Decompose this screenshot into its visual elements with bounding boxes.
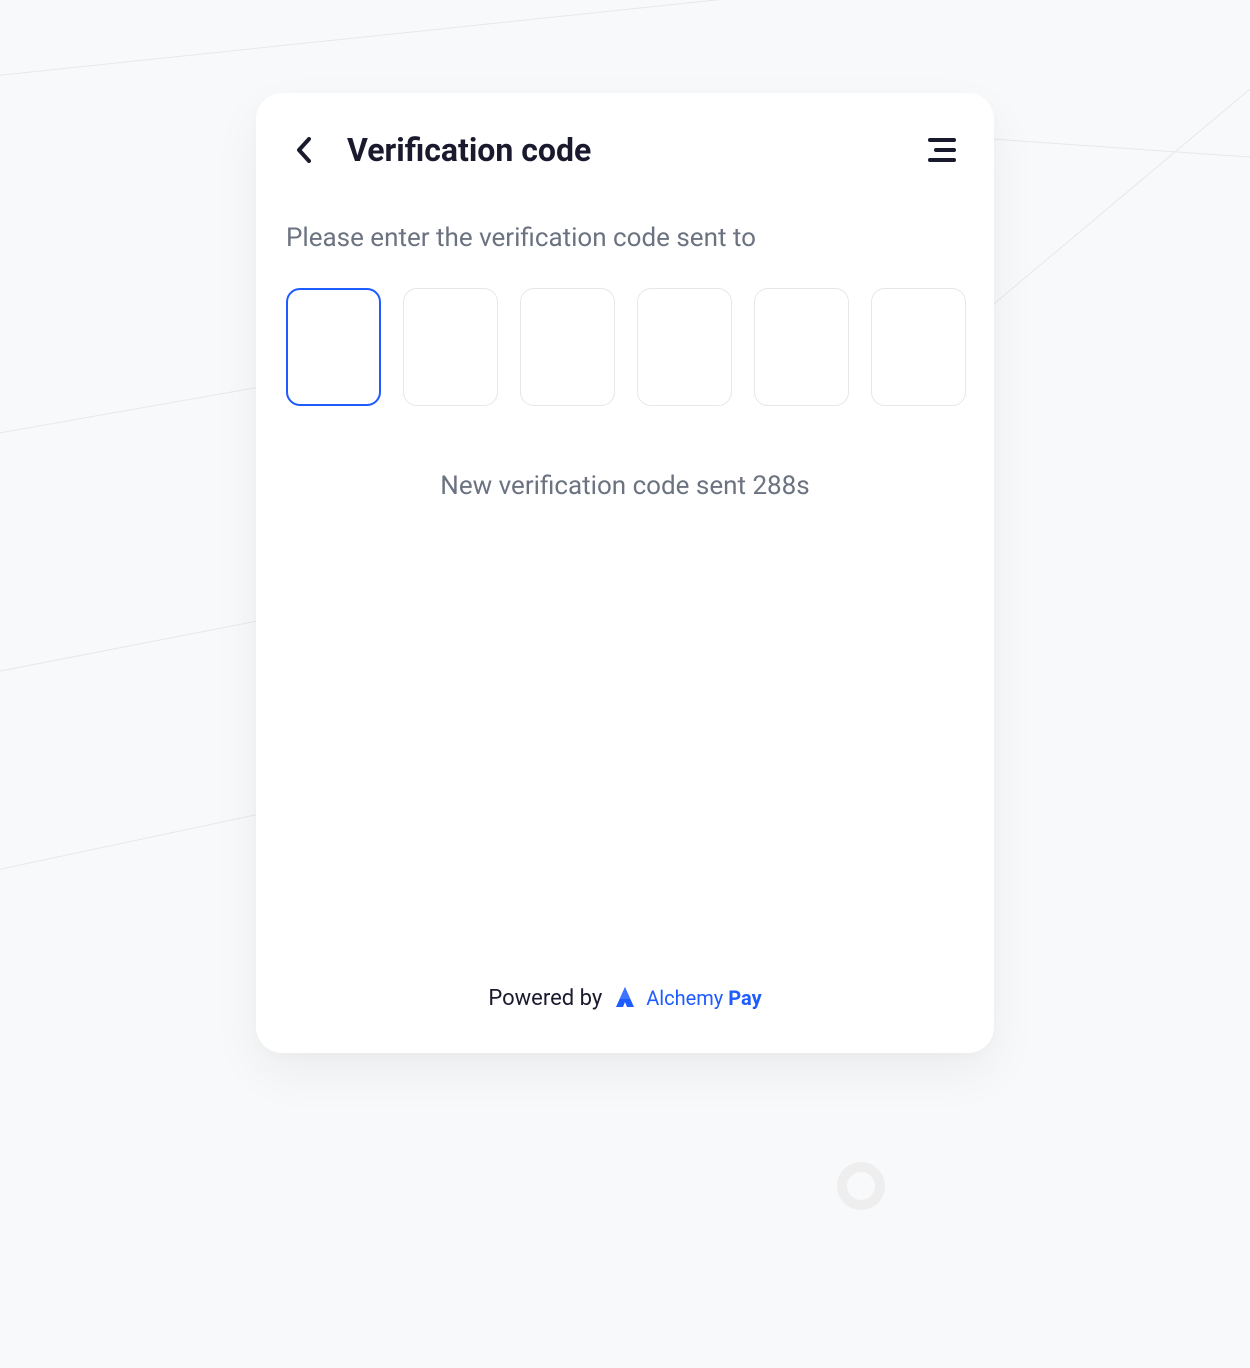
code-input-5[interactable] <box>754 288 849 406</box>
code-input-4[interactable] <box>637 288 732 406</box>
code-input-group <box>286 288 964 406</box>
code-input-1[interactable] <box>286 288 381 406</box>
decorative-star-icon <box>1154 880 1212 938</box>
page-title: Verification code <box>347 131 591 169</box>
back-button[interactable] <box>286 132 322 168</box>
timer-prefix: New verification code sent <box>440 471 752 501</box>
code-input-6[interactable] <box>871 288 966 406</box>
card-header: Verification code <box>256 93 994 169</box>
brand-text: Alchemy Pay <box>646 986 761 1010</box>
timer-seconds: 288 <box>752 471 796 501</box>
menu-button[interactable] <box>924 132 960 168</box>
resend-timer: New verification code sent 288s <box>286 471 964 501</box>
hamburger-icon <box>928 138 956 162</box>
card-content: Please enter the verification code sent … <box>256 169 994 985</box>
powered-by-label: Powered by <box>488 986 602 1011</box>
header-left: Verification code <box>286 131 591 169</box>
code-input-3[interactable] <box>520 288 615 406</box>
chevron-left-icon <box>296 137 312 163</box>
verification-card: Verification code Please enter the verif… <box>256 93 994 1053</box>
code-input-2[interactable] <box>403 288 498 406</box>
card-footer: Powered by Alchemy Pay <box>256 985 994 1053</box>
timer-suffix: s <box>796 471 809 501</box>
instruction-text: Please enter the verification code sent … <box>286 223 964 253</box>
alchemy-pay-logo: Alchemy Pay <box>612 985 761 1011</box>
brand-name: Alchemy <box>646 986 723 1010</box>
alchemy-pay-icon <box>612 985 638 1011</box>
brand-suffix: Pay <box>728 986 761 1010</box>
decorative-circle-icon <box>837 1162 885 1210</box>
